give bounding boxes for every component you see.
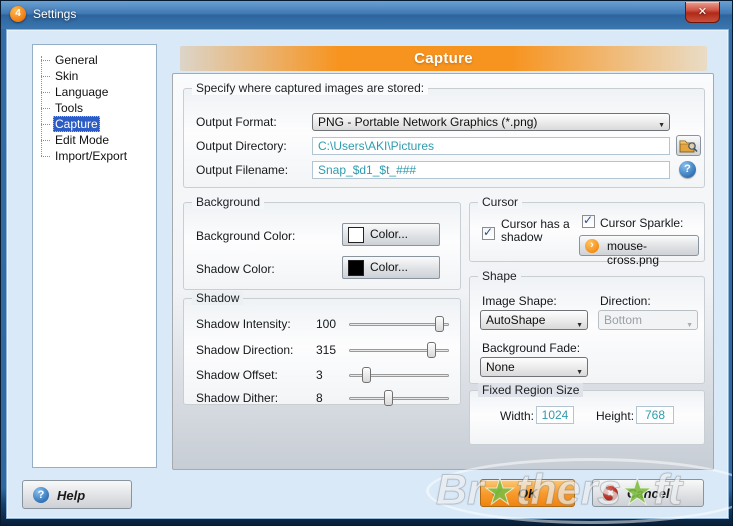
settings-category-sidebar: General Skin Language Tools Capture Edit… <box>32 44 157 468</box>
arrow-right-icon: › <box>585 239 599 253</box>
background-group: Background Background Color: Color... Sh… <box>183 202 461 290</box>
output-directory-input[interactable]: C:\Users\AKI\Pictures <box>312 137 670 155</box>
check-icon: ✓ <box>583 213 593 227</box>
sidebar-item-skin[interactable]: Skin <box>33 68 156 84</box>
check-icon: ✓ <box>483 225 493 239</box>
page-title: Capture <box>180 46 707 71</box>
background-fade-select[interactable]: None ▼ <box>480 357 588 377</box>
shadow-group: Shadow Shadow Intensity: 100 Shadow Dire… <box>183 298 461 405</box>
background-color-label: Background Color: <box>196 229 295 243</box>
capture-settings-panel: Specify where captured images are stored… <box>172 73 714 470</box>
chevron-down-icon: ▼ <box>576 317 583 330</box>
shadow-dither-slider[interactable] <box>349 390 449 406</box>
cursor-group-title: Cursor <box>478 195 522 209</box>
slider-thumb[interactable] <box>427 342 436 358</box>
sidebar-item-edit-mode[interactable]: Edit Mode <box>33 132 156 148</box>
title-bar[interactable]: 4 Settings ✕ <box>1 1 732 29</box>
slider-thumb[interactable] <box>384 390 393 406</box>
shadow-dither-label: Shadow Dither: <box>196 391 278 405</box>
white-swatch-icon <box>348 227 364 243</box>
width-label: Width: <box>500 409 534 423</box>
question-mark-icon: ? <box>33 487 49 503</box>
background-fade-label: Background Fade: <box>482 341 580 355</box>
shape-group: Shape Image Shape: Direction: AutoShape … <box>469 276 705 384</box>
question-mark-icon: ? <box>684 163 691 175</box>
app-icon: 4 <box>10 6 26 22</box>
direction-select: Bottom ▼ <box>598 310 698 330</box>
black-swatch-icon <box>348 260 364 276</box>
shadow-direction-value: 315 <box>316 343 336 357</box>
cancel-x-icon: ✖ <box>603 486 618 501</box>
settings-window: 4 Settings ✕ General Skin Language Tools… <box>0 0 733 526</box>
output-filename-input[interactable]: Snap_$d1_$t_### <box>312 161 670 179</box>
cursor-group: Cursor ✓ Cursor has a shadow ✓ Cursor Sp… <box>469 202 705 262</box>
slider-thumb[interactable] <box>435 316 444 332</box>
cancel-button[interactable]: ✖ Cancel <box>592 479 704 507</box>
shadow-direction-slider[interactable] <box>349 342 449 358</box>
close-button[interactable]: ✕ <box>685 2 720 23</box>
shadow-intensity-label: Shadow Intensity: <box>196 317 291 331</box>
window-title: Settings <box>33 7 76 21</box>
shadow-dither-value: 8 <box>316 391 323 405</box>
cursor-shadow-checkbox-label: Cursor has a shadow <box>501 218 570 244</box>
shadow-direction-label: Shadow Direction: <box>196 343 293 357</box>
storage-group-title: Specify where captured images are stored… <box>192 81 428 95</box>
background-group-title: Background <box>192 195 264 209</box>
shadow-intensity-value: 100 <box>316 317 336 331</box>
direction-label: Direction: <box>600 294 651 308</box>
cursor-sparkle-checkbox-label: Cursor Sparkle: <box>600 216 683 230</box>
height-input[interactable]: 768 <box>636 406 674 424</box>
shadow-offset-slider[interactable] <box>349 367 449 383</box>
fixed-region-group-title: Fixed Region Size <box>478 383 583 397</box>
sidebar-item-import-export[interactable]: Import/Export <box>33 148 156 164</box>
sparkle-file-button[interactable]: › mouse-cross.png <box>579 235 699 256</box>
background-color-button[interactable]: Color... <box>342 223 440 246</box>
shadow-offset-value: 3 <box>316 368 323 382</box>
chevron-down-icon: ▼ <box>658 118 665 131</box>
category-tree: General Skin Language Tools Capture Edit… <box>33 45 156 164</box>
output-directory-label: Output Directory: <box>196 139 287 153</box>
shadow-offset-label: Shadow Offset: <box>196 368 278 382</box>
shadow-intensity-slider[interactable] <box>349 316 449 332</box>
shadow-color-label: Shadow Color: <box>196 262 275 276</box>
shape-group-title: Shape <box>478 269 521 283</box>
shadow-color-button[interactable]: Color... <box>342 256 440 279</box>
filename-help-button[interactable]: ? <box>679 161 696 178</box>
check-icon: ✔ <box>491 484 504 502</box>
sidebar-item-tools[interactable]: Tools <box>33 100 156 116</box>
width-input[interactable]: 1024 <box>536 406 574 424</box>
ok-button[interactable]: ✔ OK <box>480 479 575 507</box>
folder-browse-icon <box>679 138 699 154</box>
help-button[interactable]: ? Help <box>22 480 132 509</box>
fixed-region-group: Fixed Region Size Width: 1024 Height: 76… <box>469 390 705 445</box>
output-filename-label: Output Filename: <box>196 163 288 177</box>
sidebar-item-language[interactable]: Language <box>33 84 156 100</box>
chevron-down-icon: ▼ <box>686 317 693 330</box>
sidebar-item-capture[interactable]: Capture <box>33 116 156 132</box>
slider-thumb[interactable] <box>362 367 371 383</box>
output-format-select[interactable]: PNG - Portable Network Graphics (*.png) … <box>312 113 670 131</box>
client-area: General Skin Language Tools Capture Edit… <box>6 29 729 519</box>
image-shape-label: Image Shape: <box>482 294 557 308</box>
storage-group: Specify where captured images are stored… <box>183 88 705 188</box>
cursor-sparkle-checkbox[interactable]: ✓ <box>582 215 595 228</box>
sidebar-item-general[interactable]: General <box>33 52 156 68</box>
shadow-group-title: Shadow <box>192 291 243 305</box>
height-label: Height: <box>596 409 634 423</box>
chevron-down-icon: ▼ <box>576 364 583 377</box>
image-shape-select[interactable]: AutoShape ▼ <box>480 310 588 330</box>
close-icon: ✕ <box>698 6 707 18</box>
cursor-shadow-checkbox[interactable]: ✓ <box>482 227 495 240</box>
browse-directory-button[interactable] <box>676 135 701 156</box>
output-format-label: Output Format: <box>196 115 277 129</box>
